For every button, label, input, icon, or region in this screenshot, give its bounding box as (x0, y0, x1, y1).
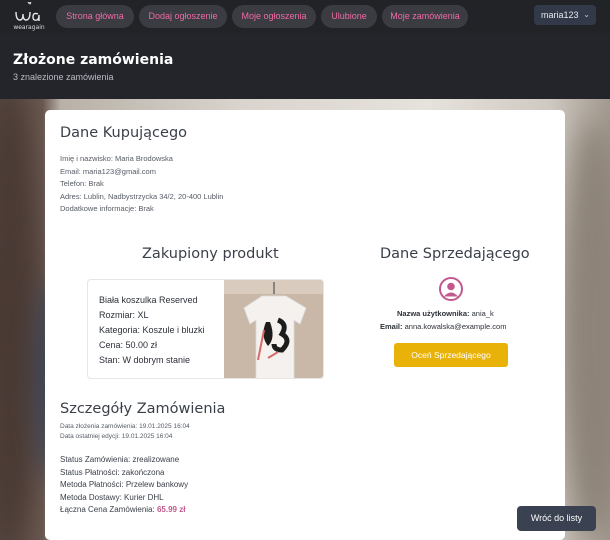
back-to-list-button[interactable]: Wróć do listy (517, 506, 596, 531)
buyer-address: Adres: Lublin, Nadbystrzycka 34/2, 20-40… (60, 191, 224, 201)
nav-add-listing[interactable]: Dodaj ogłoszenie (139, 5, 227, 28)
product-category: Kategoria: Koszule i bluzki (99, 325, 205, 335)
user-menu-button[interactable]: maria123 ⌄ (534, 5, 596, 25)
seller-username-row: Nazwa użytkownika: ania_k (397, 309, 494, 318)
product-size: Rozmiar: XL (99, 310, 149, 320)
seller-email-row: Email: anna.kowalska@example.com (380, 322, 506, 331)
chevron-down-icon: ⌄ (583, 10, 590, 19)
product-heading: Zakupiony produkt (142, 246, 279, 262)
buyer-details: Imię i nazwisko: Maria Brodowska Email: … (60, 153, 223, 216)
page-header: Złożone zamówienia 3 znalezione zamówien… (0, 33, 610, 99)
seller-email-label: Email: (380, 322, 403, 331)
seller-username-label: Nazwa użytkownika: (397, 309, 470, 318)
seller-heading: Dane Sprzedającego (380, 246, 530, 262)
nav-home[interactable]: Strona główna (56, 5, 134, 28)
order-status: Status Zamówienia: zrealizowane (60, 455, 180, 464)
product-name: Biała koszulka Reserved (99, 295, 198, 305)
payment-status: Status Płatności: zakończona (60, 467, 165, 477)
buyer-phone: Telefon: Brak (60, 179, 104, 188)
product-price: Cena: 50.00 zł (99, 340, 158, 350)
rate-seller-button[interactable]: Oceń Sprzedającego (394, 343, 508, 367)
buyer-name: Imię i nazwisko: Maria Brodowska (60, 154, 173, 163)
order-details-heading: Szczegóły Zamówienia (60, 401, 226, 417)
buyer-heading: Dane Kupującego (60, 125, 188, 141)
page-title: Złożone zamówienia (13, 52, 174, 68)
top-navigation: wearagain Strona główna Dodaj ogłoszenie… (0, 0, 610, 33)
product-info: Biała koszulka Reserved Rozmiar: XL Kate… (99, 293, 205, 368)
order-total: 65.99 zł (156, 505, 186, 514)
seller-email: anna.kowalska@example.com (404, 322, 507, 331)
order-total-row: Łączna Cena Zamówienia: 65.99 zł (60, 504, 188, 517)
logo[interactable]: wearagain (10, 2, 48, 32)
order-created: Data złożenia zamówienia: 19.01.2025 16:… (60, 423, 190, 430)
nav-my-orders[interactable]: Moje zamówienia (382, 5, 468, 28)
nav-my-listings[interactable]: Moje ogłoszenia (232, 5, 316, 28)
product-condition: Stan: W dobrym stanie (99, 355, 191, 365)
order-edited: Data ostatniej edycji: 19.01.2025 16:04 (60, 433, 173, 440)
buyer-extra: Dodatkowe informacje: Brak (60, 204, 154, 213)
order-total-label: Łączna Cena Zamówienia: (60, 505, 155, 514)
order-card: Dane Kupującego Imię i nazwisko: Maria B… (45, 110, 565, 540)
page-subtitle: 3 znalezione zamówienia (13, 72, 114, 82)
payment-method: Metoda Płatności: Przelew bankowy (60, 480, 189, 489)
order-status-list: Status Zamówienia: zrealizowane Status P… (60, 454, 188, 517)
logo-text: wearagain (13, 24, 45, 31)
user-avatar-icon (439, 277, 463, 301)
nav-favorites[interactable]: Ulubione (321, 5, 377, 28)
username-label: maria123 (541, 10, 579, 20)
product-card[interactable]: Biała koszulka Reserved Rozmiar: XL Kate… (87, 279, 324, 379)
delivery-method: Metoda Dostawy: Kurier DHL (60, 492, 164, 502)
seller-username: ania_k (471, 309, 494, 318)
order-dates: Data złożenia zamówienia: 19.01.2025 16:… (60, 422, 190, 442)
product-image (224, 280, 323, 378)
buyer-email: Email: maria123@gmail.com (60, 166, 156, 176)
